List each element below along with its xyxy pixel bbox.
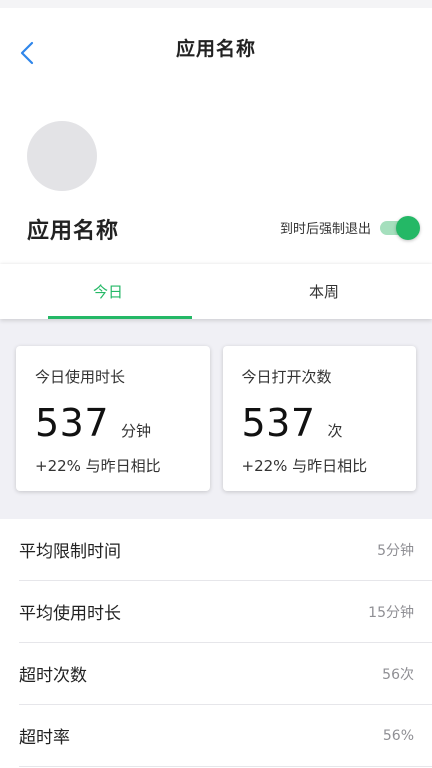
card-value: 537 xyxy=(35,401,110,445)
stat-label: 超时率 xyxy=(19,728,70,748)
card-title: 今日使用时长 xyxy=(35,368,126,386)
app-name: 应用名称 xyxy=(27,219,120,244)
usage-duration-card: 今日使用时长 537 分钟 +22% 与昨日相比 xyxy=(16,346,210,491)
card-value: 537 xyxy=(241,401,316,445)
toggle-knob xyxy=(396,216,420,240)
stat-value: 56% xyxy=(382,727,414,744)
status-bar xyxy=(0,0,432,8)
app-header: 应用名称 应用名称 到时后强制退出 xyxy=(0,8,432,264)
force-quit-toggle[interactable] xyxy=(380,216,420,240)
stat-label: 超时次数 xyxy=(19,666,87,686)
stat-value: 15分钟 xyxy=(368,604,414,621)
tab-today-label: 今日 xyxy=(92,283,123,301)
list-item: 超时次数 56次 xyxy=(19,643,432,705)
tab-today[interactable]: 今日 xyxy=(0,264,216,319)
stat-value: 5分钟 xyxy=(377,542,414,559)
stat-label: 平均使用时长 xyxy=(19,604,121,624)
card-value-row: 537 次 xyxy=(242,401,399,445)
card-compare: +22% 与昨日相比 xyxy=(35,457,161,475)
force-quit-label: 到时后强制退出 xyxy=(279,221,371,237)
list-item: 平均使用时长 15分钟 xyxy=(19,581,432,643)
stats-list: 平均限制时间 5分钟 平均使用时长 15分钟 超时次数 56次 超时率 56% xyxy=(0,519,432,768)
tab-bar: 今日 本周 xyxy=(0,264,432,319)
tab-active-indicator xyxy=(48,316,192,319)
tab-this-week[interactable]: 本周 xyxy=(216,264,432,319)
stat-value: 56次 xyxy=(382,666,414,683)
open-count-card: 今日打开次数 537 次 +22% 与昨日相比 xyxy=(222,346,416,491)
list-item: 平均限制时间 5分钟 xyxy=(19,519,432,581)
card-title: 今日打开次数 xyxy=(241,368,332,386)
page-title: 应用名称 xyxy=(175,38,256,60)
summary-cards: 今日使用时长 537 分钟 +22% 与昨日相比 今日打开次数 537 次 +2… xyxy=(16,346,416,491)
force-quit-row: 到时后强制退出 xyxy=(279,216,420,240)
nav-bar: 应用名称 xyxy=(0,8,432,86)
stat-label: 平均限制时间 xyxy=(19,542,121,562)
app-icon xyxy=(27,121,97,191)
card-value-row: 537 分钟 xyxy=(35,401,192,445)
tab-this-week-label: 本周 xyxy=(308,283,339,301)
card-unit: 分钟 xyxy=(121,422,152,440)
card-unit: 次 xyxy=(327,422,343,440)
card-compare: +22% 与昨日相比 xyxy=(241,457,368,475)
list-item: 超时率 56% xyxy=(19,705,432,767)
